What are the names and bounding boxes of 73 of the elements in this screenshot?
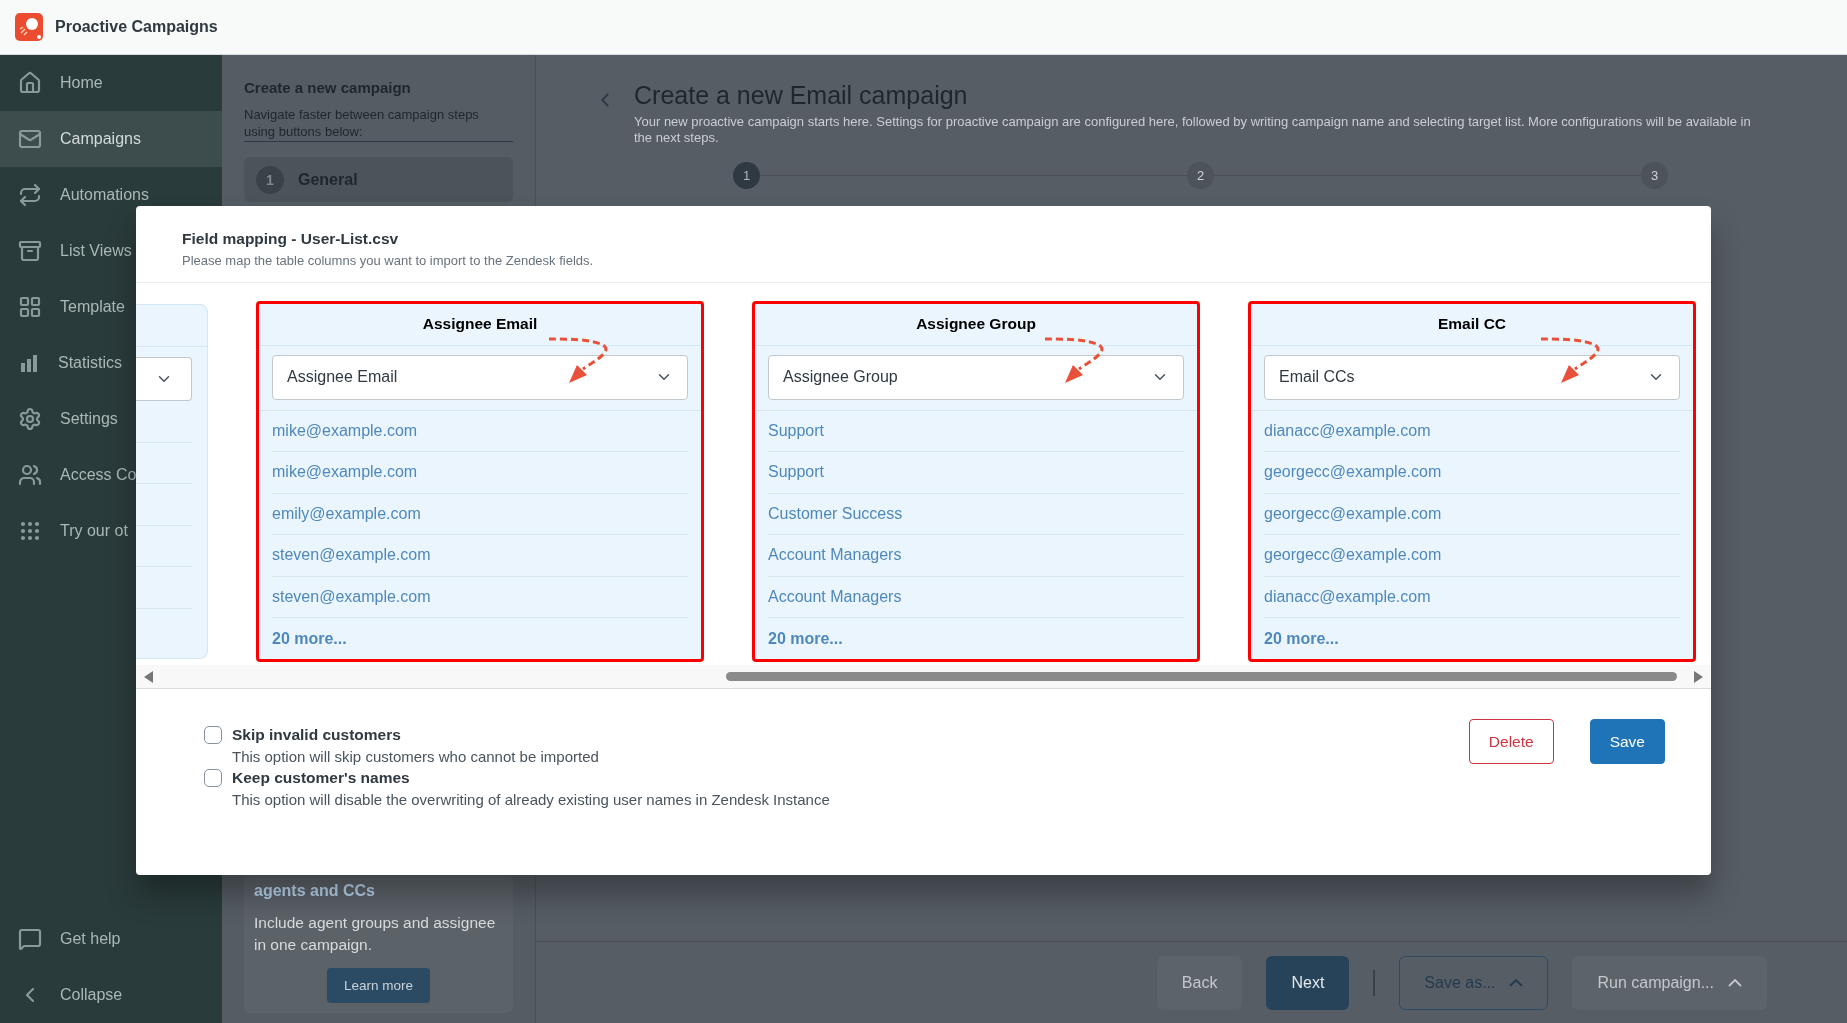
sidebar-item[interactable]: Collapse <box>0 967 222 1023</box>
action-button[interactable]: Next <box>1266 955 1350 1010</box>
caret-icon <box>1509 978 1524 987</box>
dialog-subtitle: Please map the table columns you want to import to the Zendesk fields. <box>182 253 595 268</box>
checkbox[interactable] <box>204 769 222 787</box>
sample-value: Account Managers <box>768 546 902 565</box>
dialog-title: Field mapping - User-List.csv <box>182 230 400 248</box>
sidebar-item[interactable]: Statistics <box>0 335 222 391</box>
learn-more-button[interactable]: Learn more <box>326 968 430 1003</box>
sidebar-item[interactable]: Get help <box>0 911 222 967</box>
option-description: This option will skip customers who cannot be imported <box>232 748 600 765</box>
sample-value: georgecc@example.com <box>1264 463 1442 482</box>
sample-value: mike@example.com <box>272 463 418 482</box>
more-link[interactable]: 20 more... <box>768 618 843 659</box>
home-icon <box>18 71 42 95</box>
column-heading: Assignee Email <box>422 315 538 334</box>
settings-icon <box>18 407 42 431</box>
action-button[interactable]: Back <box>1156 955 1243 1010</box>
tip-title: agents and CCs <box>254 882 375 900</box>
column-heading: Assignee Group <box>916 315 1036 334</box>
sidebar-item[interactable]: Try our ot <box>0 503 222 559</box>
scroll-right-icon[interactable] <box>1693 670 1703 683</box>
chat-icon <box>18 927 42 951</box>
action-button[interactable]: Run campaign... <box>1572 955 1767 1010</box>
sidebar-item[interactable]: Access Co <box>0 447 222 503</box>
sidebar-item[interactable]: Campaigns <box>0 111 222 167</box>
more-link[interactable]: 20 more... <box>1264 618 1339 659</box>
save-button[interactable]: Save <box>1589 719 1665 764</box>
option-label: Keep customer's names <box>232 769 411 787</box>
sample-value: Account Managers <box>768 587 902 606</box>
sample-value: Support <box>768 463 825 482</box>
repeat-icon <box>18 183 42 207</box>
column-heading: Email CC <box>1437 315 1507 334</box>
step-number: 1 <box>256 165 284 194</box>
sample-value: Customer Success <box>768 504 903 523</box>
tip-text: Include agent groups and assignee in one campaign. <box>254 913 497 955</box>
sample-value: georgecc@example.com <box>1264 504 1442 523</box>
users-icon <box>18 463 42 487</box>
scroll-left-icon[interactable] <box>144 670 154 683</box>
sample-value: dianacc@example.com <box>1264 421 1431 440</box>
sidebar-item[interactable]: Template <box>0 279 222 335</box>
sidebar-item[interactable]: Automations <box>0 167 222 223</box>
app-title: Proactive Campaigns <box>55 18 218 36</box>
field-dropdown[interactable]: Assignee Group <box>768 354 1184 400</box>
grid-icon <box>18 295 42 319</box>
sample-value: georgecc@example.com <box>1264 546 1442 565</box>
sample-value: dianacc@example.com <box>1264 587 1431 606</box>
archive-icon <box>18 239 42 263</box>
dots-grid-icon <box>18 519 42 543</box>
bar-chart-icon <box>18 352 40 374</box>
sample-value: Support <box>768 421 825 440</box>
delete-button[interactable]: Delete <box>1468 719 1554 764</box>
sample-value: mike@example.com <box>272 421 418 440</box>
scrollbar-thumb[interactable] <box>725 672 1678 681</box>
page-description: Your new proactive campaign starts here. Settings for proactive campaign are configured here, followed by writing campaign name and selecting target list. More configurations will be available in the next steps. <box>634 114 1752 146</box>
sidebar-item[interactable]: Settings <box>0 391 222 447</box>
option-label: Skip invalid customers <box>232 726 402 744</box>
step-circle[interactable]: 3 <box>1641 162 1668 189</box>
checkbox[interactable] <box>204 726 222 744</box>
sample-value: emily@example.com <box>272 504 421 523</box>
logo-icon <box>15 13 43 41</box>
envelope-icon <box>18 127 42 151</box>
field-dropdown[interactable]: Email CCs <box>1264 354 1680 400</box>
sample-value: steven@example.com <box>272 587 431 606</box>
more-link[interactable]: 20 more... <box>272 618 347 659</box>
step-circle[interactable]: 1 <box>733 162 760 189</box>
sample-value: steven@example.com <box>272 546 431 565</box>
field-dropdown[interactable]: Assignee Email <box>272 354 688 400</box>
step-circle[interactable]: 2 <box>1187 162 1214 189</box>
option-description: This option will disable the overwriting of already existing user names in Zendesk Instance <box>232 791 830 808</box>
dropdown[interactable] <box>136 357 192 401</box>
sidebar-item[interactable]: Home <box>0 55 222 111</box>
caret-icon <box>1728 978 1742 987</box>
